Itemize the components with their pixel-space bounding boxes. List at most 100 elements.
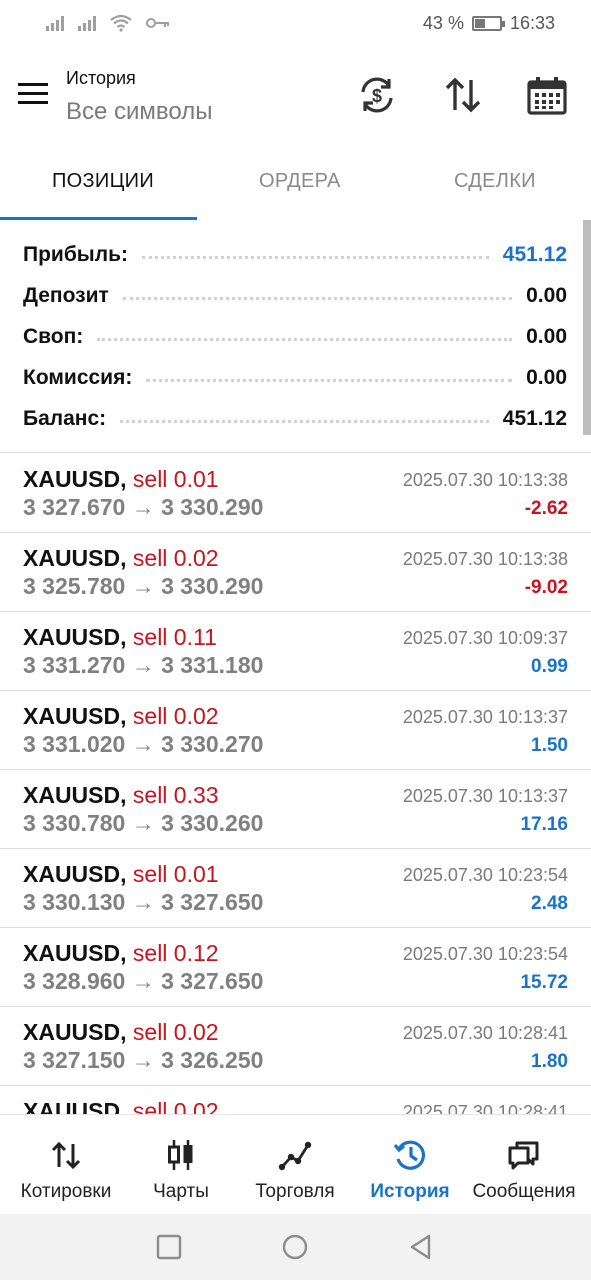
nav-charts[interactable]: Чарты <box>131 1115 231 1215</box>
list-item[interactable]: XAUUSD, sell 0.01 3 330.130 → 3 327.650 … <box>0 849 591 928</box>
nav-label: Сообщения <box>472 1181 576 1202</box>
deal-time: 2025.07.30 10:09:37 <box>402 628 568 648</box>
deal-time: 2025.07.30 10:28:41 <box>402 1102 568 1114</box>
deal-side: sell 0.11 <box>132 624 217 650</box>
dotted-leader <box>120 419 489 423</box>
deal-profit: 1.80 <box>531 1051 568 1072</box>
signal-icon <box>46 15 64 31</box>
deal-symbol: XAUUSD, <box>23 545 127 571</box>
calendar-icon[interactable] <box>526 74 568 116</box>
deal-time: 2025.07.30 10:13:38 <box>402 470 568 490</box>
summary-label: Прибыль: <box>23 243 128 266</box>
currency-exchange-icon[interactable]: $ <box>356 74 398 116</box>
list-item[interactable]: XAUUSD, sell 0.02 3 327.150 → 3 326.250 … <box>0 1007 591 1086</box>
deal-prices: 3 327.670 → 3 330.290 <box>23 494 264 520</box>
deal-prices: 3 327.150 → 3 326.250 <box>23 1047 264 1073</box>
deal-side: sell 0.02 <box>132 545 219 571</box>
hamburger-menu-icon[interactable] <box>18 83 48 105</box>
summary-row-swap: Своп: 0.00 <box>23 322 567 352</box>
summary-label: Своп: <box>23 325 84 348</box>
nav-label: Чарты <box>153 1181 209 1202</box>
deal-symbol: XAUUSD, <box>23 1019 127 1045</box>
symbol-selector[interactable]: Все символы <box>66 98 212 126</box>
nav-messages[interactable]: Сообщения <box>463 1115 585 1215</box>
tab-positions[interactable]: ПОЗИЦИИ <box>52 170 154 193</box>
deal-prices: 3 331.020 → 3 330.270 <box>23 731 264 757</box>
list-item[interactable]: XAUUSD, sell 0.11 3 331.270 → 3 331.180 … <box>0 612 591 691</box>
clock: 16:33 <box>509 13 555 33</box>
status-icons-left <box>46 14 170 32</box>
recent-apps-icon[interactable] <box>156 1234 182 1260</box>
tab-bar: ПОЗИЦИИ ОРДЕРА СДЕЛКИ <box>0 140 591 220</box>
nav-label: Торговля <box>255 1181 335 1202</box>
summary-value: 0.00 <box>526 366 567 389</box>
scrollbar[interactable] <box>583 220 591 435</box>
deal-time: 2025.07.30 10:23:54 <box>402 944 568 964</box>
deal-time: 2025.07.30 10:23:54 <box>402 865 568 885</box>
nav-trade[interactable]: Торговля <box>240 1115 350 1215</box>
dotted-leader <box>146 378 513 382</box>
deal-time: 2025.07.30 10:13:37 <box>402 707 568 727</box>
summary-value: 451.12 <box>502 407 567 430</box>
back-icon[interactable] <box>408 1234 434 1260</box>
list-item[interactable]: XAUUSD, sell 0.01 3 327.670 → 3 330.290 … <box>0 454 591 533</box>
deal-symbol: XAUUSD, <box>23 1098 127 1114</box>
summary-value: 0.00 <box>526 325 567 348</box>
list-item[interactable]: XAUUSD, sell 0.02 3 325.780 → 3 330.290 … <box>0 533 591 612</box>
deals-list[interactable]: XAUUSD, sell 0.01 3 327.670 → 3 330.290 … <box>0 454 591 1114</box>
deal-side: sell 0.12 <box>132 940 219 966</box>
summary-row-commission: Комиссия: 0.00 <box>23 363 567 393</box>
deal-prices: 3 325.780 → 3 330.290 <box>23 573 264 599</box>
svg-text:$: $ <box>372 86 382 106</box>
battery-percent: 43 % <box>422 13 464 33</box>
charts-icon <box>168 1140 193 1170</box>
wifi-icon <box>110 14 132 32</box>
deal-time: 2025.07.30 10:28:41 <box>402 1023 568 1043</box>
dotted-leader <box>122 296 513 300</box>
summary-row-profit: Прибыль: 451.12 <box>23 240 567 270</box>
app-header: История Все символы $ <box>0 50 591 140</box>
tab-orders[interactable]: ОРДЕРА <box>259 170 341 193</box>
list-item[interactable]: XAUUSD, sell 0.12 3 328.960 → 3 327.650 … <box>0 928 591 1007</box>
status-icons-right: 43 % 16:33 <box>423 13 555 34</box>
deal-symbol: XAUUSD, <box>23 861 127 887</box>
nav-label: Котировки <box>20 1181 112 1202</box>
deal-prices: 3 330.780 → 3 330.260 <box>23 810 264 836</box>
deal-profit: -2.62 <box>524 498 568 519</box>
summary-panel: Прибыль: 451.12 Депозит 0.00 Своп: 0.00 … <box>0 220 591 453</box>
home-icon[interactable] <box>282 1234 308 1260</box>
summary-value: 0.00 <box>526 284 567 307</box>
system-navigation-bar <box>0 1214 591 1280</box>
summary-row-deposit: Депозит 0.00 <box>23 281 567 311</box>
deal-side: sell 0.02 <box>132 1019 219 1045</box>
summary-label: Депозит <box>23 284 109 307</box>
deal-profit: -9.02 <box>524 577 568 598</box>
deal-time: 2025.07.30 10:13:38 <box>402 549 568 569</box>
summary-row-balance: Баланс: 451.12 <box>23 404 567 434</box>
deal-profit: 15.72 <box>520 972 568 993</box>
deal-profit: 17.16 <box>520 814 568 835</box>
deal-prices: 3 330.130 → 3 327.650 <box>23 889 264 915</box>
nav-label: История <box>370 1181 450 1202</box>
nav-history[interactable]: История <box>360 1115 460 1215</box>
tab-deals[interactable]: СДЕЛКИ <box>454 170 536 193</box>
list-item[interactable]: XAUUSD, sell 0.02 2025.07.30 10:28:41 <box>0 1086 591 1114</box>
summary-label: Комиссия: <box>23 366 133 389</box>
deal-side: sell 0.02 <box>132 703 219 729</box>
list-item[interactable]: XAUUSD, sell 0.33 3 330.780 → 3 330.260 … <box>0 770 591 849</box>
key-icon <box>146 18 169 28</box>
deal-symbol: XAUUSD, <box>23 624 127 650</box>
deal-symbol: XAUUSD, <box>23 940 127 966</box>
sort-icon[interactable] <box>442 74 484 116</box>
deal-time: 2025.07.30 10:13:37 <box>402 786 568 806</box>
deal-symbol: XAUUSD, <box>23 466 127 492</box>
history-icon <box>393 1140 425 1170</box>
trade-icon <box>278 1141 312 1171</box>
deal-prices: 3 331.270 → 3 331.180 <box>23 652 264 678</box>
deal-profit: 2.48 <box>531 893 568 914</box>
signal-icon-2 <box>78 15 96 31</box>
nav-quotes[interactable]: Котировки <box>6 1115 126 1215</box>
deal-side: sell 0.02 <box>132 1098 219 1114</box>
dotted-leader <box>141 255 489 259</box>
list-item[interactable]: XAUUSD, sell 0.02 3 331.020 → 3 330.270 … <box>0 691 591 770</box>
